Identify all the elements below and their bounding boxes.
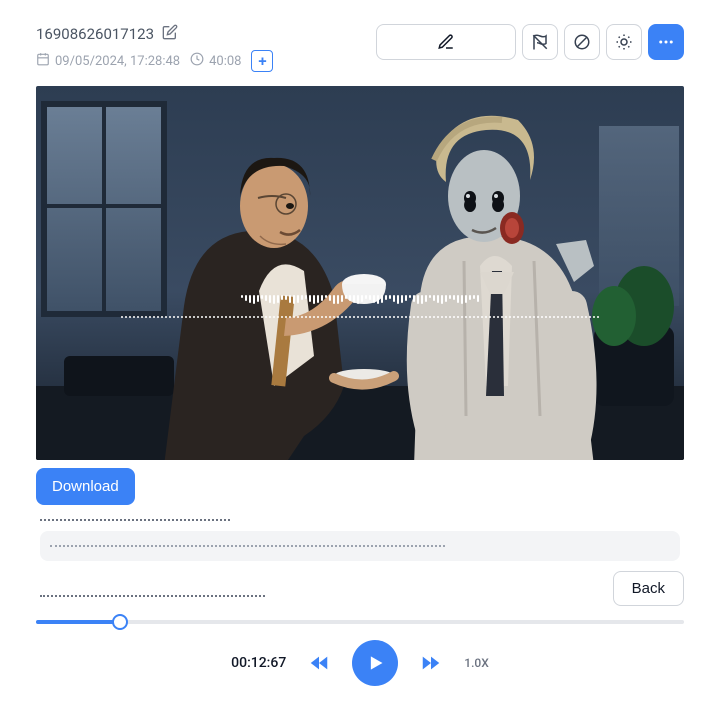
duration-text: 40:08 (209, 54, 241, 69)
rewind-button[interactable] (308, 652, 330, 674)
placeholder-line-3 (40, 595, 265, 597)
brightness-icon[interactable] (606, 24, 642, 60)
text-edit-box[interactable] (376, 24, 516, 60)
date-text: 09/05/2024, 17:28:48 (55, 54, 180, 69)
playback-speed[interactable]: 1.0X (464, 656, 489, 670)
clock-icon (190, 52, 204, 70)
more-button[interactable] (648, 24, 684, 60)
info-panel (40, 531, 680, 561)
add-button[interactable]: + (251, 50, 273, 72)
back-button[interactable]: Back (613, 571, 684, 606)
forward-button[interactable] (420, 652, 442, 674)
placeholder-line-1 (40, 519, 230, 521)
flag-off-icon[interactable] (522, 24, 558, 60)
play-button[interactable] (352, 640, 398, 686)
download-button[interactable]: Download (36, 468, 135, 505)
current-time: 00:12:67 (231, 655, 286, 671)
disable-icon[interactable] (564, 24, 600, 60)
placeholder-line-2 (50, 545, 445, 547)
recording-id: 16908626017123 (36, 25, 154, 43)
edit-title-icon[interactable] (162, 24, 178, 44)
seek-slider[interactable] (36, 614, 684, 630)
video-frame (36, 86, 684, 460)
calendar-icon (36, 52, 50, 70)
